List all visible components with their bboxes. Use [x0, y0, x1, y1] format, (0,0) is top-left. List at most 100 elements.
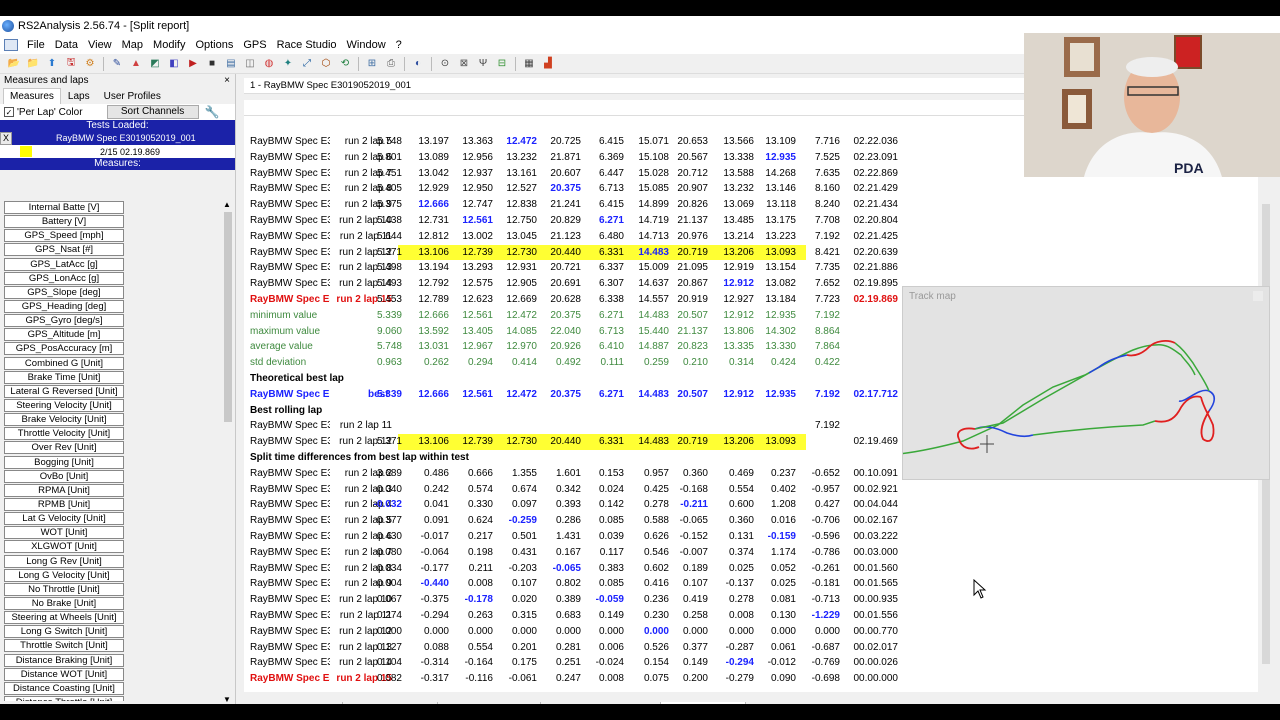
measure-item[interactable]: Distance Throttle [Unit]: [4, 695, 124, 701]
menu-item-map[interactable]: Map: [117, 39, 148, 51]
toolbar-button-icon[interactable]: ✦: [280, 57, 296, 71]
measure-item[interactable]: Over Rev [Unit]: [4, 441, 124, 455]
tab-laps[interactable]: Laps: [61, 88, 97, 104]
close-tab-icon[interactable]: ×: [649, 702, 655, 704]
close-tab-icon[interactable]: ×: [425, 702, 431, 704]
table-row[interactable]: RayBMW Spec E3(run 2 lap 9 5.375 12.666 12.…: [244, 197, 1144, 213]
measure-item[interactable]: XLGWOT [Unit]: [4, 540, 124, 554]
table-row[interactable]: RayBMW Spec E3(run 2 lap 6 0.430 -0.017 0.2…: [244, 529, 1144, 545]
tab-user-profiles[interactable]: User Profiles: [97, 88, 168, 104]
toolbar-button-icon[interactable]: ■: [204, 57, 220, 71]
table-row[interactable]: RayBMW Spec E3(run 2 lap 4 -0.032 0.041 0.3…: [244, 497, 1144, 513]
measure-item[interactable]: Distance Braking [Unit]: [4, 653, 124, 667]
table-row[interactable]: RayBMW Spec E3 run 2 lap 15 0.082 -0.317 -0.…: [244, 671, 1144, 687]
loaded-test-row[interactable]: X RayBMW Spec E3019052019_001: [0, 132, 235, 145]
measure-item[interactable]: Long G Switch [Unit]: [4, 625, 124, 639]
table-row[interactable]: RayBMW Spec E3(run 2 lap 7 0.080 -0.064 0.1…: [244, 545, 1144, 561]
measure-item[interactable]: Distance WOT [Unit]: [4, 667, 124, 681]
table-row[interactable]: RayBMW Spec E3(run 2 lap 9 0.004 -0.440 0.0…: [244, 576, 1144, 592]
measure-item[interactable]: Brake Time [Unit]: [4, 370, 124, 384]
table-row[interactable]: RayBMW Spec E3(run 2 lap 13 0.127 0.088 0.5…: [244, 640, 1144, 656]
toolbar-button-icon[interactable]: 📁: [25, 57, 41, 71]
tab-gps-measures[interactable]: GPS Measures ×: [438, 702, 541, 704]
table-row[interactable]: RayBMW Spec E3(run 2 lap 12 5.371 13.106 12…: [244, 244, 1144, 261]
toolbar-button-icon[interactable]: ▦: [521, 57, 537, 71]
table-row[interactable]: RayBMW Spec E3(run 2 lap 10 5.438 12.731 12…: [244, 213, 1144, 229]
sort-channels-button[interactable]: Sort Channels: [106, 105, 199, 119]
measure-item[interactable]: GPS_Gyro [deg/s]: [4, 314, 124, 328]
measure-item[interactable]: Throttle Switch [Unit]: [4, 639, 124, 653]
measure-item[interactable]: Bogging [Unit]: [4, 455, 124, 469]
toolbar-button-icon[interactable]: 🖫: [63, 57, 79, 71]
menu-item-modify[interactable]: Modify: [148, 39, 190, 51]
track-map-drawing[interactable]: [903, 287, 1271, 481]
measure-item[interactable]: OvBo [Unit]: [4, 469, 124, 483]
measure-item[interactable]: Combined G [Unit]: [4, 356, 124, 370]
measure-item[interactable]: GPS_Nsat [#]: [4, 243, 124, 257]
document-icon[interactable]: [4, 39, 18, 51]
measure-item[interactable]: Long G Velocity [Unit]: [4, 568, 124, 582]
measure-item[interactable]: WOT [Unit]: [4, 526, 124, 540]
toolbar-button-icon[interactable]: ⬆: [44, 57, 60, 71]
measure-item[interactable]: GPS_LonAcc [g]: [4, 271, 124, 285]
tab-channels-report-2[interactable]: Channels report (2) ×: [541, 702, 662, 704]
menu-item-options[interactable]: Options: [190, 39, 238, 51]
table-row[interactable]: RayBMW Spec E3(run 2 lap 5 0.377 0.091 0.62…: [244, 513, 1144, 529]
toolbar-button-icon[interactable]: ◧: [166, 57, 182, 71]
menu-item-view[interactable]: View: [83, 39, 117, 51]
measure-item[interactable]: GPS_Altitude [m]: [4, 328, 124, 342]
wrench-icon[interactable]: 🔧: [205, 105, 220, 119]
remove-test-button[interactable]: X: [0, 132, 12, 145]
menu-item-race-studio[interactable]: Race Studio: [272, 39, 342, 51]
measure-item[interactable]: Steering Velocity [Unit]: [4, 398, 124, 412]
toolbar-button-icon[interactable]: ◍: [261, 57, 277, 71]
measure-item[interactable]: Lateral G Reversed [Unit]: [4, 384, 124, 398]
toolbar-button-icon[interactable]: ◩: [147, 57, 163, 71]
per-lap-color-checkbox[interactable]: ✓: [4, 107, 14, 117]
measure-item[interactable]: Throttle Velocity [Unit]: [4, 427, 124, 441]
measure-item[interactable]: No Brake [Unit]: [4, 596, 124, 610]
toolbar-button-icon[interactable]: ✎: [109, 57, 125, 71]
scroll-thumb[interactable]: [224, 212, 232, 422]
measure-item[interactable]: Long G Rev [Unit]: [4, 554, 124, 568]
track-map-window[interactable]: Track map: [902, 286, 1270, 480]
measure-item[interactable]: Brake Velocity [Unit]: [4, 413, 124, 427]
table-row[interactable]: RayBMW Spec E3(run 2 lap 5 5.748 13.197 13.…: [244, 134, 1144, 150]
loaded-test-date-row[interactable]: 2/15 02.19.869: [0, 145, 235, 158]
toolbar-button-icon[interactable]: ⊠: [456, 57, 472, 71]
toolbar-button-icon[interactable]: Ψ: [475, 57, 491, 71]
menu-item-file[interactable]: File: [22, 39, 50, 51]
measure-item[interactable]: GPS_PosAccuracy [m]: [4, 342, 124, 356]
menu-item-gps[interactable]: GPS: [238, 39, 271, 51]
table-row[interactable]: RayBMW Spec E3(run 2 lap 11 0.274 -0.294 0.…: [244, 608, 1144, 624]
tab-lap-manager[interactable]: Lap Manager ×: [343, 702, 438, 704]
measures-scrollbar[interactable]: ▲ ▼: [222, 198, 234, 704]
toolbar-button-icon[interactable]: ▲: [128, 57, 144, 71]
close-icon[interactable]: ×: [224, 74, 230, 88]
measure-item[interactable]: GPS_LatAcc [g]: [4, 257, 124, 271]
close-tab-icon[interactable]: ×: [331, 702, 337, 704]
measure-item[interactable]: Lat G Velocity [Unit]: [4, 512, 124, 526]
table-row[interactable]: RayBMW Spec E3(run 2 lap 7 5.451 13.042 12.…: [244, 166, 1144, 182]
toolbar-button-icon[interactable]: ⤢: [299, 57, 315, 71]
table-row[interactable]: RayBMW Spec E3(run 2 lap 10 0.067 -0.375 -0…: [244, 592, 1144, 608]
document-tab[interactable]: 1 - RayBMW Spec E3019052019_001: [244, 78, 1024, 94]
measure-item[interactable]: Battery [V]: [4, 215, 124, 229]
toolbar-button-icon[interactable]: ⊙: [437, 57, 453, 71]
measure-item[interactable]: Steering at Wheels [Unit]: [4, 611, 124, 625]
menu-item-[interactable]: ?: [391, 39, 407, 51]
close-tab-icon[interactable]: ×: [528, 702, 534, 704]
table-row[interactable]: RayBMW Spec E3(run 2 lap 12 0.000 0.000 0.0…: [244, 624, 1144, 640]
measure-item[interactable]: GPS_Slope [deg]: [4, 285, 124, 299]
table-row[interactable]: RayBMW Spec E3(run 2 lap 11 5.644 12.812 13…: [244, 229, 1144, 245]
toolbar-button-icon[interactable]: 📂: [6, 57, 22, 71]
measure-item[interactable]: GPS_Speed [mph]: [4, 229, 124, 243]
toolbar-button-icon[interactable]: ⊟: [494, 57, 510, 71]
table-row[interactable]: RayBMW Spec E3(run 2 lap 14 0.104 -0.314 -0…: [244, 655, 1144, 671]
table-row[interactable]: RayBMW Spec E3(run 2 lap 13 5.498 13.194 13…: [244, 260, 1144, 276]
table-row[interactable]: RayBMW Spec E3(run 2 lap 6 5.801 13.089 12.…: [244, 150, 1144, 166]
tab-split-report[interactable]: Split report ×: [661, 702, 746, 704]
toolbar-button-icon[interactable]: ⊞: [364, 57, 380, 71]
close-tab-icon[interactable]: ×: [733, 702, 739, 704]
table-row[interactable]: RayBMW Spec E3(run 2 lap 8 5.405 12.929 12.…: [244, 181, 1144, 197]
